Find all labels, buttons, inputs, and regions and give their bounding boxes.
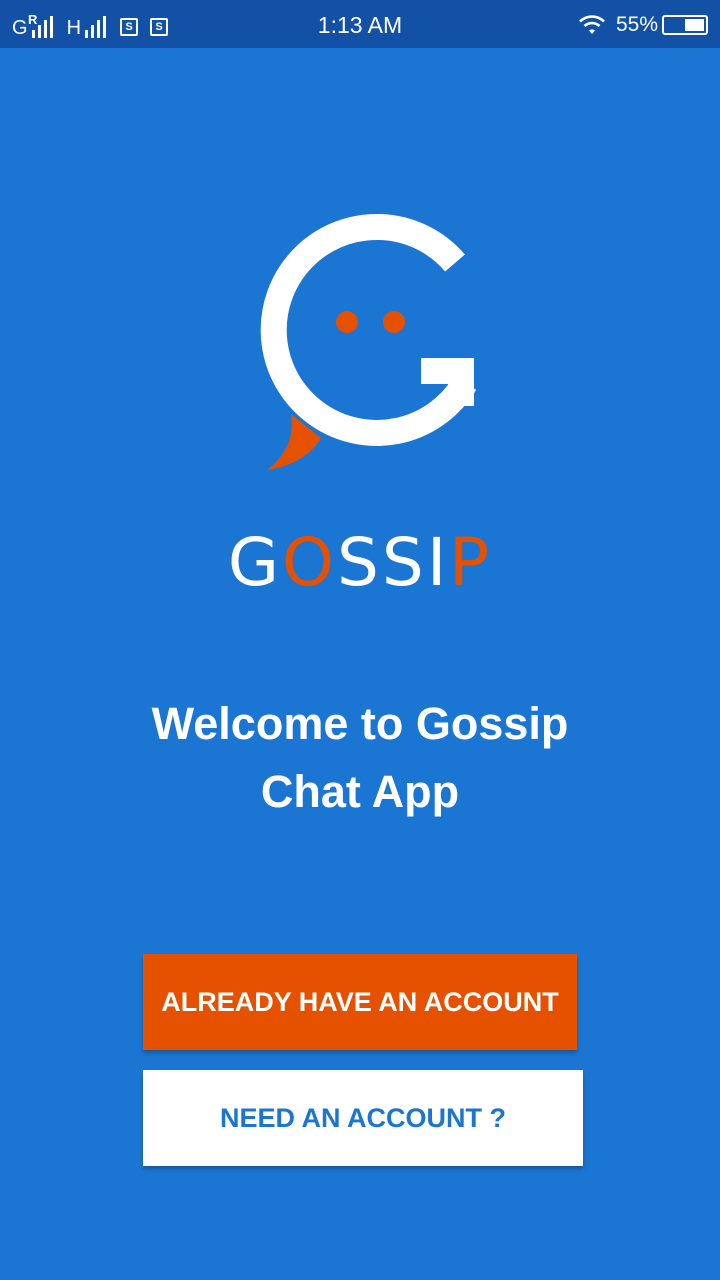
need-account-button[interactable]: NEED AN ACCOUNT ?	[143, 1070, 583, 1166]
welcome-line-2: Chat App	[260, 766, 460, 817]
battery-icon	[662, 15, 708, 35]
wifi-icon	[579, 15, 605, 34]
welcome-heading: Welcome to Gossip Chat App	[0, 690, 720, 826]
status-right-group: 55%	[578, 12, 708, 38]
logo-eye-right	[383, 311, 405, 333]
already-have-account-button[interactable]: ALREADY HAVE AN ACCOUNT	[143, 954, 577, 1050]
battery-level	[684, 19, 704, 31]
brand-name: GOSSIP	[227, 524, 493, 601]
status-bar: G R H S S 1:13 AM 55%	[0, 0, 720, 48]
gossip-chat-logo-icon	[260, 213, 477, 470]
welcome-line-1: Welcome to Gossip	[151, 698, 569, 749]
battery-percent: 55%	[615, 13, 658, 36]
logo-eye-left	[336, 311, 358, 333]
